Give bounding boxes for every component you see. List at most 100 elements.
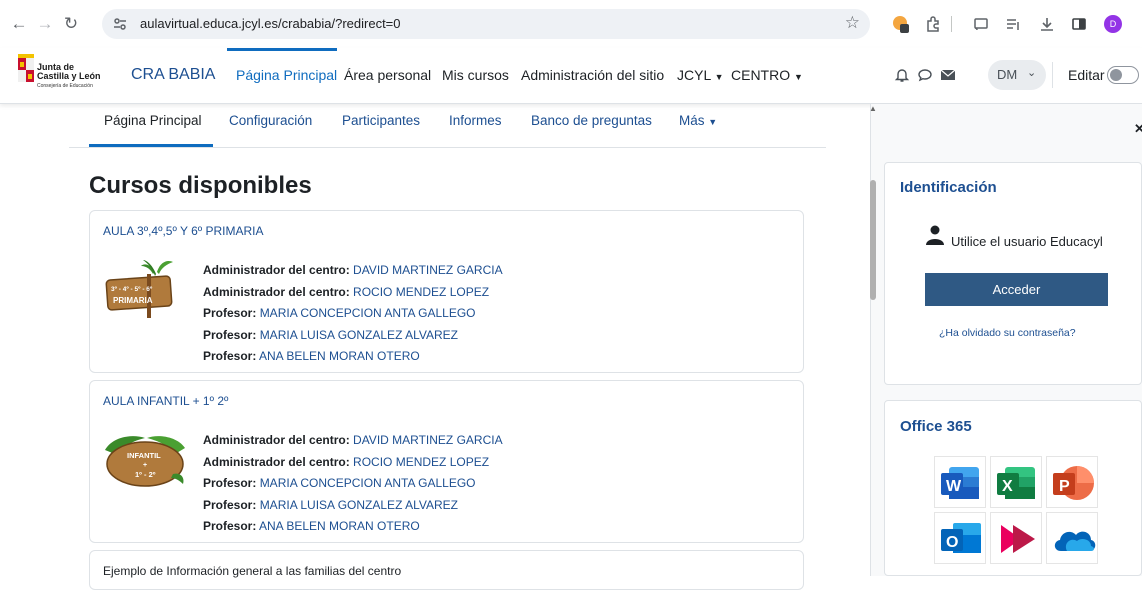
- chevron-down-icon: ▼: [714, 72, 724, 82]
- user-menu-button[interactable]: DM ⌄: [988, 60, 1046, 90]
- contact-name-link[interactable]: MARIA LUISA GONZALEZ ALVAREZ: [260, 328, 458, 342]
- tab-participantes[interactable]: Participantes: [342, 113, 420, 128]
- course-title-link[interactable]: AULA 3º,4º,5º Y 6º PRIMARIA: [103, 224, 264, 238]
- nav-item-jcyl[interactable]: JCYL ▼: [677, 67, 724, 83]
- nav-item-centro[interactable]: CENTRO ▼: [731, 67, 803, 83]
- course-image-text-2: +: [143, 462, 147, 469]
- contact-name-link[interactable]: MARIA CONCEPCION ANTA GALLEGO: [260, 306, 476, 320]
- tab-banco-de-preguntas[interactable]: Banco de preguntas: [531, 113, 652, 128]
- contact-name-link[interactable]: ROCIO MENDEZ LOPEZ: [353, 455, 489, 469]
- nav-item-pagina-principal[interactable]: Página Principal: [236, 67, 337, 83]
- reload-icon[interactable]: ↻: [60, 13, 82, 35]
- notifications-bell-icon[interactable]: [894, 67, 910, 83]
- extension-badge-icon[interactable]: [890, 13, 912, 35]
- site-navbar: Junta de Castilla y León Consejería de E…: [0, 48, 1142, 104]
- course-contact: Administrador del centro: ROCIO MENDEZ L…: [203, 282, 503, 304]
- svg-text:P: P: [1059, 478, 1070, 495]
- scroll-up-arrow-icon[interactable]: ▲: [869, 104, 877, 113]
- course-image-infantil[interactable]: INFANTIL + 1º - 2º: [103, 428, 187, 492]
- active-nav-indicator: [227, 48, 337, 51]
- media-queue-icon[interactable]: [1002, 13, 1024, 35]
- messages-chat-icon[interactable]: [917, 67, 933, 83]
- back-icon[interactable]: ←: [8, 13, 30, 35]
- course-image-text-2: PRIMARIA: [113, 296, 153, 305]
- course-contact: Profesor: MARIA CONCEPCION ANTA GALLEGO: [203, 473, 503, 495]
- login-block: Identificación Utilice el usuario Educac…: [884, 162, 1142, 385]
- course-image-primaria[interactable]: 3º - 4º - 5º - 6º PRIMARIA: [103, 258, 187, 322]
- tab-pagina-principal[interactable]: Página Principal: [104, 113, 202, 128]
- profile-avatar[interactable]: D: [1104, 15, 1122, 33]
- tab-configuracion[interactable]: Configuración: [229, 113, 312, 128]
- chevron-down-icon: ⌄: [1027, 67, 1037, 79]
- contact-name-link[interactable]: ANA BELEN MORAN OTERO: [259, 519, 420, 533]
- contact-role: Profesor:: [203, 497, 257, 512]
- course-contact: Profesor: ANA BELEN MORAN OTERO: [203, 516, 503, 538]
- cast-icon[interactable]: [970, 13, 992, 35]
- contact-role: Administrador del centro:: [203, 454, 350, 469]
- bookmark-star-icon[interactable]: ☆: [845, 13, 860, 33]
- forgot-password-link[interactable]: ¿Ha olvidado su contraseña?: [939, 327, 1076, 339]
- page-scrollbar-thumb[interactable]: [870, 180, 876, 300]
- course-card: Ejemplo de Información general a las fam…: [89, 550, 804, 590]
- contact-name-link[interactable]: MARIA CONCEPCION ANTA GALLEGO: [260, 476, 476, 490]
- outlook-icon[interactable]: O: [934, 512, 986, 564]
- jcyl-logo[interactable]: Junta de Castilla y León Consejería de E…: [18, 54, 110, 94]
- course-contact: Administrador del centro: DAVID MARTINEZ…: [203, 260, 503, 282]
- course-card: AULA INFANTIL + 1º 2º INFANTIL + 1º - 2º…: [89, 380, 804, 543]
- stream-icon[interactable]: [990, 512, 1042, 564]
- nav-jcyl-label: JCYL: [677, 67, 711, 83]
- address-bar[interactable]: aulavirtual.educa.jcyl.es/crababia/?redi…: [102, 9, 870, 39]
- course-contacts: Administrador del centro: DAVID MARTINEZ…: [203, 260, 503, 368]
- tab-mas-label: Más: [679, 113, 705, 128]
- tab-informes[interactable]: Informes: [449, 113, 502, 128]
- nav-item-administracion[interactable]: Administración del sitio: [521, 67, 664, 83]
- course-contact: Profesor: MARIA LUISA GONZALEZ ALVAREZ: [203, 325, 503, 347]
- active-tab-indicator: [89, 144, 213, 147]
- course-image-text-3: 1º - 2º: [135, 470, 156, 479]
- course-contact: Administrador del centro: ROCIO MENDEZ L…: [203, 452, 503, 474]
- powerpoint-icon[interactable]: P: [1046, 456, 1098, 508]
- site-name-link[interactable]: CRA BABIA: [131, 66, 215, 84]
- contact-role: Profesor:: [203, 476, 257, 490]
- site-settings-icon[interactable]: [112, 16, 128, 32]
- tab-mas[interactable]: Más ▼: [679, 113, 717, 128]
- logo-line-2: Castilla y León: [37, 71, 101, 81]
- user-icon: [926, 225, 944, 245]
- word-icon[interactable]: W: [934, 456, 986, 508]
- course-contact: Administrador del centro: DAVID MARTINEZ…: [203, 430, 503, 452]
- nav-item-area-personal[interactable]: Área personal: [344, 67, 431, 83]
- login-button[interactable]: Acceder: [925, 273, 1108, 306]
- contact-role: Profesor:: [203, 327, 257, 342]
- download-icon[interactable]: [1036, 13, 1058, 35]
- contact-name-link[interactable]: ANA BELEN MORAN OTERO: [259, 349, 420, 363]
- extensions-puzzle-icon[interactable]: [922, 13, 944, 35]
- course-title-link[interactable]: AULA INFANTIL + 1º 2º: [103, 394, 228, 408]
- page-heading: Cursos disponibles: [89, 172, 312, 199]
- side-panel-icon[interactable]: [1068, 13, 1090, 35]
- excel-icon[interactable]: X: [990, 456, 1042, 508]
- close-drawer-icon[interactable]: ✕: [1134, 121, 1142, 137]
- login-block-title: Identificación: [900, 179, 997, 196]
- castilla-leon-flag-icon: [18, 54, 34, 82]
- edit-mode-toggle[interactable]: [1107, 66, 1139, 84]
- forward-icon[interactable]: →: [34, 13, 56, 35]
- browser-toolbar: ← → ↻ aulavirtual.educa.jcyl.es/crababia…: [0, 0, 1142, 48]
- contact-name-link[interactable]: ROCIO MENDEZ LOPEZ: [353, 285, 489, 299]
- mail-envelope-icon[interactable]: [940, 68, 956, 82]
- onedrive-icon[interactable]: [1046, 512, 1098, 564]
- nav-item-mis-cursos[interactable]: Mis cursos: [442, 67, 509, 83]
- contact-name-link[interactable]: MARIA LUISA GONZALEZ ALVAREZ: [260, 498, 458, 512]
- logo-line-3: Consejería de Educación: [37, 83, 93, 89]
- course-contact: Profesor: MARIA CONCEPCION ANTA GALLEGO: [203, 303, 503, 325]
- url-text[interactable]: aulavirtual.educa.jcyl.es/crababia/?redi…: [140, 16, 401, 31]
- contact-name-link[interactable]: DAVID MARTINEZ GARCIA: [353, 433, 503, 447]
- chevron-down-icon: ▼: [794, 72, 803, 82]
- secondary-navigation: Página Principal Configuración Participa…: [69, 104, 826, 148]
- navbar-divider: [1052, 62, 1053, 88]
- contact-role: Profesor:: [203, 349, 257, 363]
- course-image-text-1: 3º - 4º - 5º - 6º: [111, 286, 153, 293]
- contact-role: Profesor:: [203, 306, 257, 320]
- contact-role: Profesor:: [203, 519, 257, 533]
- chevron-down-icon: ▼: [708, 117, 718, 127]
- contact-name-link[interactable]: DAVID MARTINEZ GARCIA: [353, 263, 503, 277]
